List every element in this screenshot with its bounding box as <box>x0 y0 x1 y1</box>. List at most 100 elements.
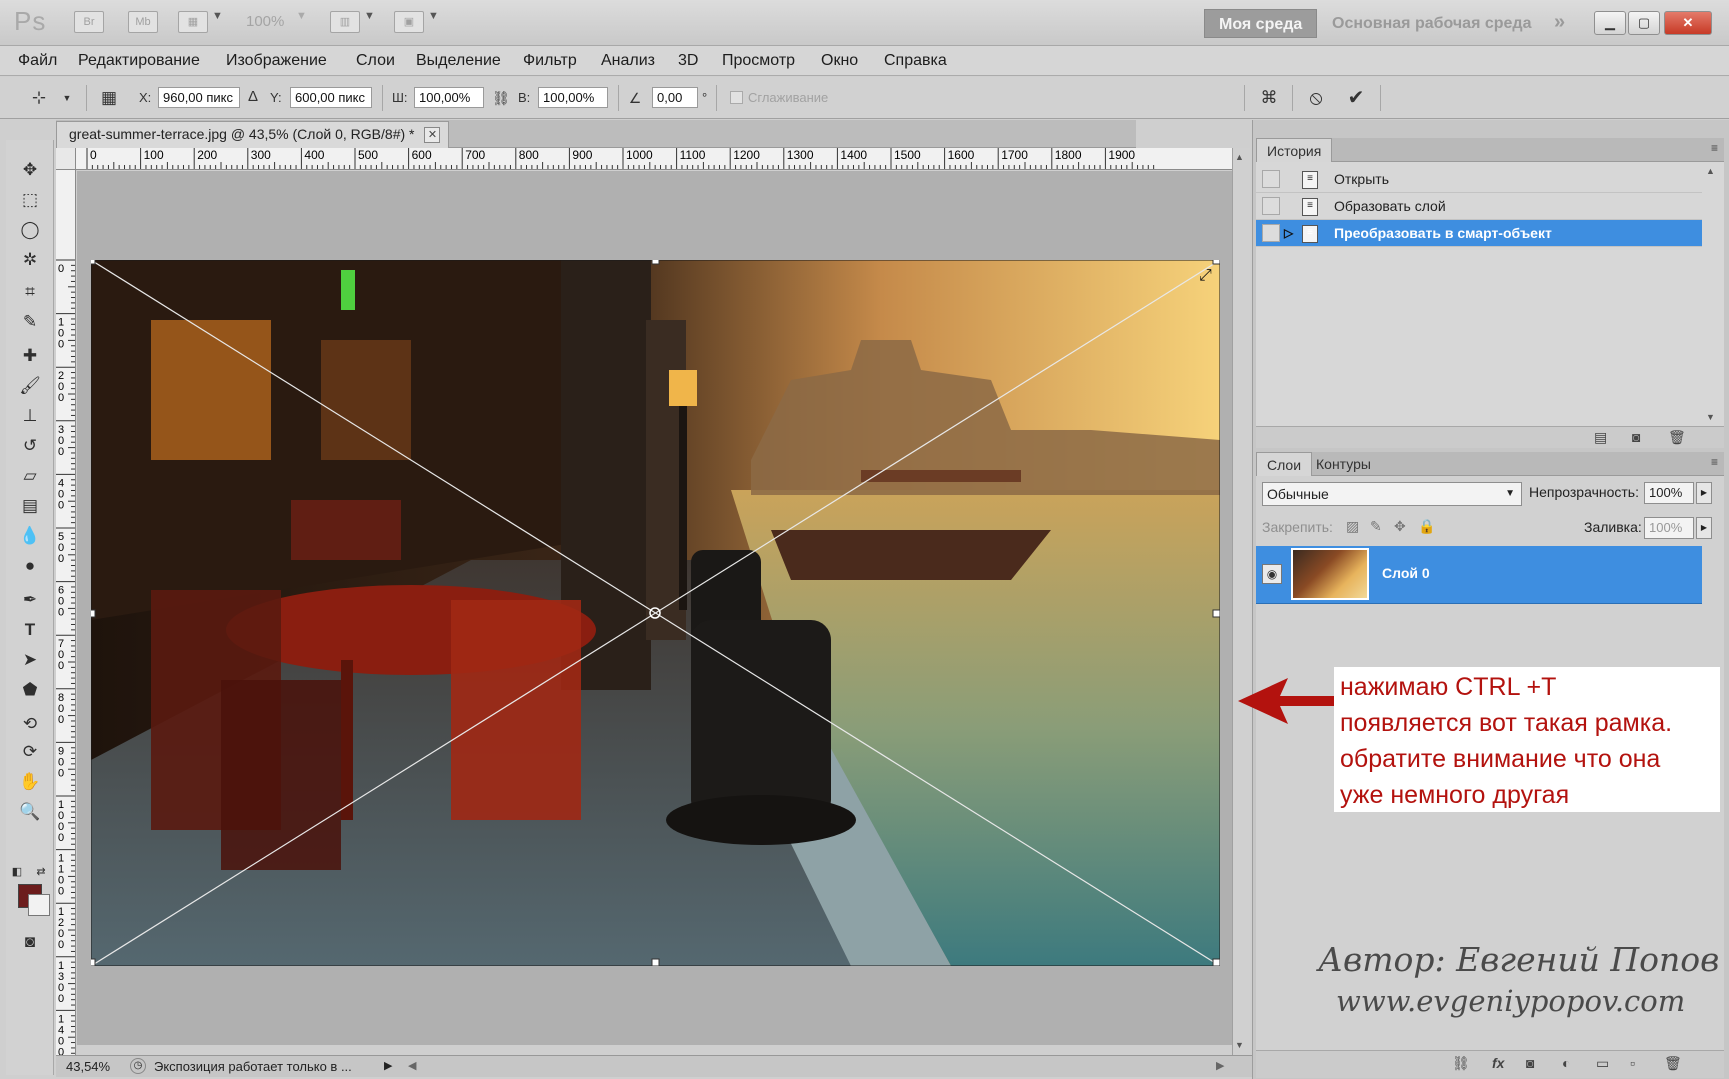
y-position-input[interactable]: 600,00 пикс <box>290 87 372 108</box>
panel-menu-icon[interactable]: ≡ <box>1711 141 1718 155</box>
3d-rotate-tool-icon[interactable]: ⟲ <box>18 712 42 736</box>
menu-filter[interactable]: Фильтр <box>523 52 577 70</box>
menu-layers[interactable]: Слои <box>356 52 395 70</box>
relative-position-icon[interactable]: Δ <box>248 88 258 105</box>
lasso-tool-icon[interactable]: ◯ <box>18 218 42 242</box>
menu-window[interactable]: Окно <box>821 52 858 70</box>
layer-row[interactable]: ◉ Слой 0 <box>1256 546 1702 604</box>
chevron-down-icon[interactable]: ▼ <box>56 87 78 109</box>
zoom-tool-icon[interactable]: 🔍 <box>18 800 42 824</box>
menu-analysis[interactable]: Анализ <box>601 52 655 70</box>
transform-handle-top-right[interactable] <box>1212 260 1220 265</box>
screen-mode-button[interactable]: ▣ <box>394 11 424 33</box>
warp-mode-icon[interactable]: ⌘ <box>1258 87 1280 109</box>
gradient-tool-icon[interactable]: ▤ <box>18 494 42 518</box>
healing-brush-tool-icon[interactable]: ✚ <box>18 344 42 368</box>
zoom-level[interactable]: 100% <box>246 13 284 30</box>
cancel-transform-icon[interactable]: ⦸ <box>1305 87 1327 109</box>
history-brush-tool-icon[interactable]: ↺ <box>18 434 42 458</box>
scroll-up-arrow-icon[interactable]: ▲ <box>1235 152 1244 162</box>
blend-mode-select[interactable]: Обычные ▼ <box>1262 482 1522 506</box>
background-color-swatch[interactable] <box>28 894 50 916</box>
brush-tool-icon[interactable]: 🖌 <box>18 374 42 398</box>
history-snapshot-checkbox[interactable] <box>1262 170 1280 188</box>
clone-stamp-tool-icon[interactable]: ⊥ <box>18 404 42 428</box>
fx-icon[interactable]: fx <box>1492 1055 1504 1071</box>
history-snapshot-checkbox[interactable] <box>1262 224 1280 242</box>
3d-orbit-tool-icon[interactable]: ⟳ <box>18 740 42 764</box>
marquee-tool-icon[interactable]: ⬚ <box>18 188 42 212</box>
swap-colors-icon[interactable]: ⇄ <box>34 860 48 884</box>
chevron-down-icon[interactable]: ▼ <box>212 10 223 22</box>
history-item[interactable]: ≡ Открыть <box>1256 166 1702 193</box>
width-input[interactable]: 100,00% <box>414 87 484 108</box>
hand-tool-icon[interactable]: ✋ <box>18 770 42 794</box>
link-layers-icon[interactable]: ⛓ <box>1452 1055 1470 1072</box>
layer-name[interactable]: Слой 0 <box>1382 565 1430 581</box>
document-tab[interactable]: great-summer-terrace.jpg @ 43,5% (Слой 0… <box>56 121 450 148</box>
opacity-input[interactable]: 100% <box>1644 482 1694 504</box>
magic-wand-tool-icon[interactable]: ✲ <box>18 248 42 272</box>
horizontal-ruler[interactable]: 0 100 200 300 400 500 600 700 800 900 1000 1100 1200… <box>76 148 1236 170</box>
type-tool-icon[interactable]: T <box>18 618 42 642</box>
dodge-tool-icon[interactable]: ● <box>18 554 42 578</box>
ruler-origin[interactable] <box>56 148 76 170</box>
more-workspaces-icon[interactable]: » <box>1554 11 1565 34</box>
view-extras-button[interactable]: ▦ <box>178 11 208 33</box>
transform-tool-icon[interactable]: ⊹ <box>28 87 50 109</box>
menu-select[interactable]: Выделение <box>416 52 501 70</box>
scroll-left-arrow-icon[interactable]: ◀ <box>408 1059 416 1072</box>
antialias-checkbox[interactable] <box>730 91 743 104</box>
scroll-up-arrow-icon[interactable]: ▲ <box>1706 166 1715 176</box>
default-colors-icon[interactable]: ◧ <box>10 860 24 884</box>
menu-image[interactable]: Изображение <box>226 52 327 70</box>
new-layer-icon[interactable]: ▫ <box>1630 1055 1635 1071</box>
chevron-down-icon[interactable]: ▼ <box>364 10 375 22</box>
lock-position-icon[interactable]: ✥ <box>1394 518 1406 535</box>
transform-handle-right[interactable] <box>1212 609 1220 618</box>
snapshot-icon[interactable]: ◙ <box>1632 429 1640 445</box>
group-folder-icon[interactable]: ▭ <box>1596 1055 1609 1072</box>
tab-paths[interactable]: Контуры <box>1306 452 1381 476</box>
lock-pixels-icon[interactable]: ✎ <box>1370 518 1382 535</box>
arrange-documents-button[interactable]: ▥ <box>330 11 360 33</box>
panel-menu-icon[interactable]: ≡ <box>1711 455 1718 469</box>
eraser-tool-icon[interactable]: ▱ <box>18 464 42 488</box>
trash-icon[interactable]: 🗑 <box>1668 429 1686 446</box>
transform-handle-bottom-left[interactable] <box>91 958 96 966</box>
trash-icon[interactable]: 🗑 <box>1664 1055 1682 1072</box>
shape-tool-icon[interactable]: ⬟ <box>18 678 42 702</box>
opacity-slider-arrow-icon[interactable]: ▶ <box>1696 482 1712 504</box>
fill-slider-arrow-icon[interactable]: ▶ <box>1696 517 1712 539</box>
new-document-from-state-icon[interactable]: ▤ <box>1594 429 1607 446</box>
menu-3d[interactable]: 3D <box>678 52 698 70</box>
minimize-button[interactable]: ▁ <box>1594 11 1626 35</box>
menu-edit[interactable]: Редактирование <box>78 52 200 70</box>
menu-help[interactable]: Справка <box>884 52 947 70</box>
tab-layers[interactable]: Слои <box>1256 452 1313 476</box>
chevron-down-icon[interactable]: ▼ <box>296 10 307 22</box>
eyedropper-tool-icon[interactable]: ✎ <box>18 310 42 334</box>
transform-handle-top-left[interactable] <box>91 260 96 265</box>
move-tool-icon[interactable]: ✥ <box>18 158 42 182</box>
mini-bridge-button[interactable]: Mb <box>128 11 158 33</box>
scroll-right-arrow-icon[interactable]: ▶ <box>1216 1059 1224 1072</box>
quick-mask-icon[interactable]: ◙ <box>18 930 42 954</box>
status-info-icon[interactable]: ◷ <box>130 1058 146 1074</box>
transform-handle-bottom[interactable] <box>651 958 660 966</box>
reference-point-icon[interactable]: ▦ <box>98 87 120 109</box>
close-button[interactable]: ✕ <box>1664 11 1712 35</box>
tab-history[interactable]: История <box>1256 138 1333 162</box>
history-item-selected[interactable]: ▷ ≡ Преобразовать в смарт-объект <box>1256 220 1702 247</box>
document-image[interactable]: ⤢ <box>91 260 1220 966</box>
angle-input[interactable]: 0,00 <box>652 87 698 108</box>
scroll-down-arrow-icon[interactable]: ▼ <box>1706 412 1715 422</box>
close-icon[interactable]: ✕ <box>424 127 441 143</box>
commit-transform-icon[interactable]: ✔ <box>1345 87 1367 109</box>
fill-input[interactable]: 100% <box>1644 517 1694 539</box>
pen-tool-icon[interactable]: ✒ <box>18 588 42 612</box>
workspace-essentials-button[interactable]: Основная рабочая среда <box>1318 9 1545 38</box>
lock-transparency-icon[interactable]: ▨ <box>1346 518 1359 535</box>
layer-mask-icon[interactable]: ◙ <box>1526 1055 1534 1071</box>
vertical-scrollbar[interactable]: ▲ ▼ <box>1232 148 1250 1055</box>
